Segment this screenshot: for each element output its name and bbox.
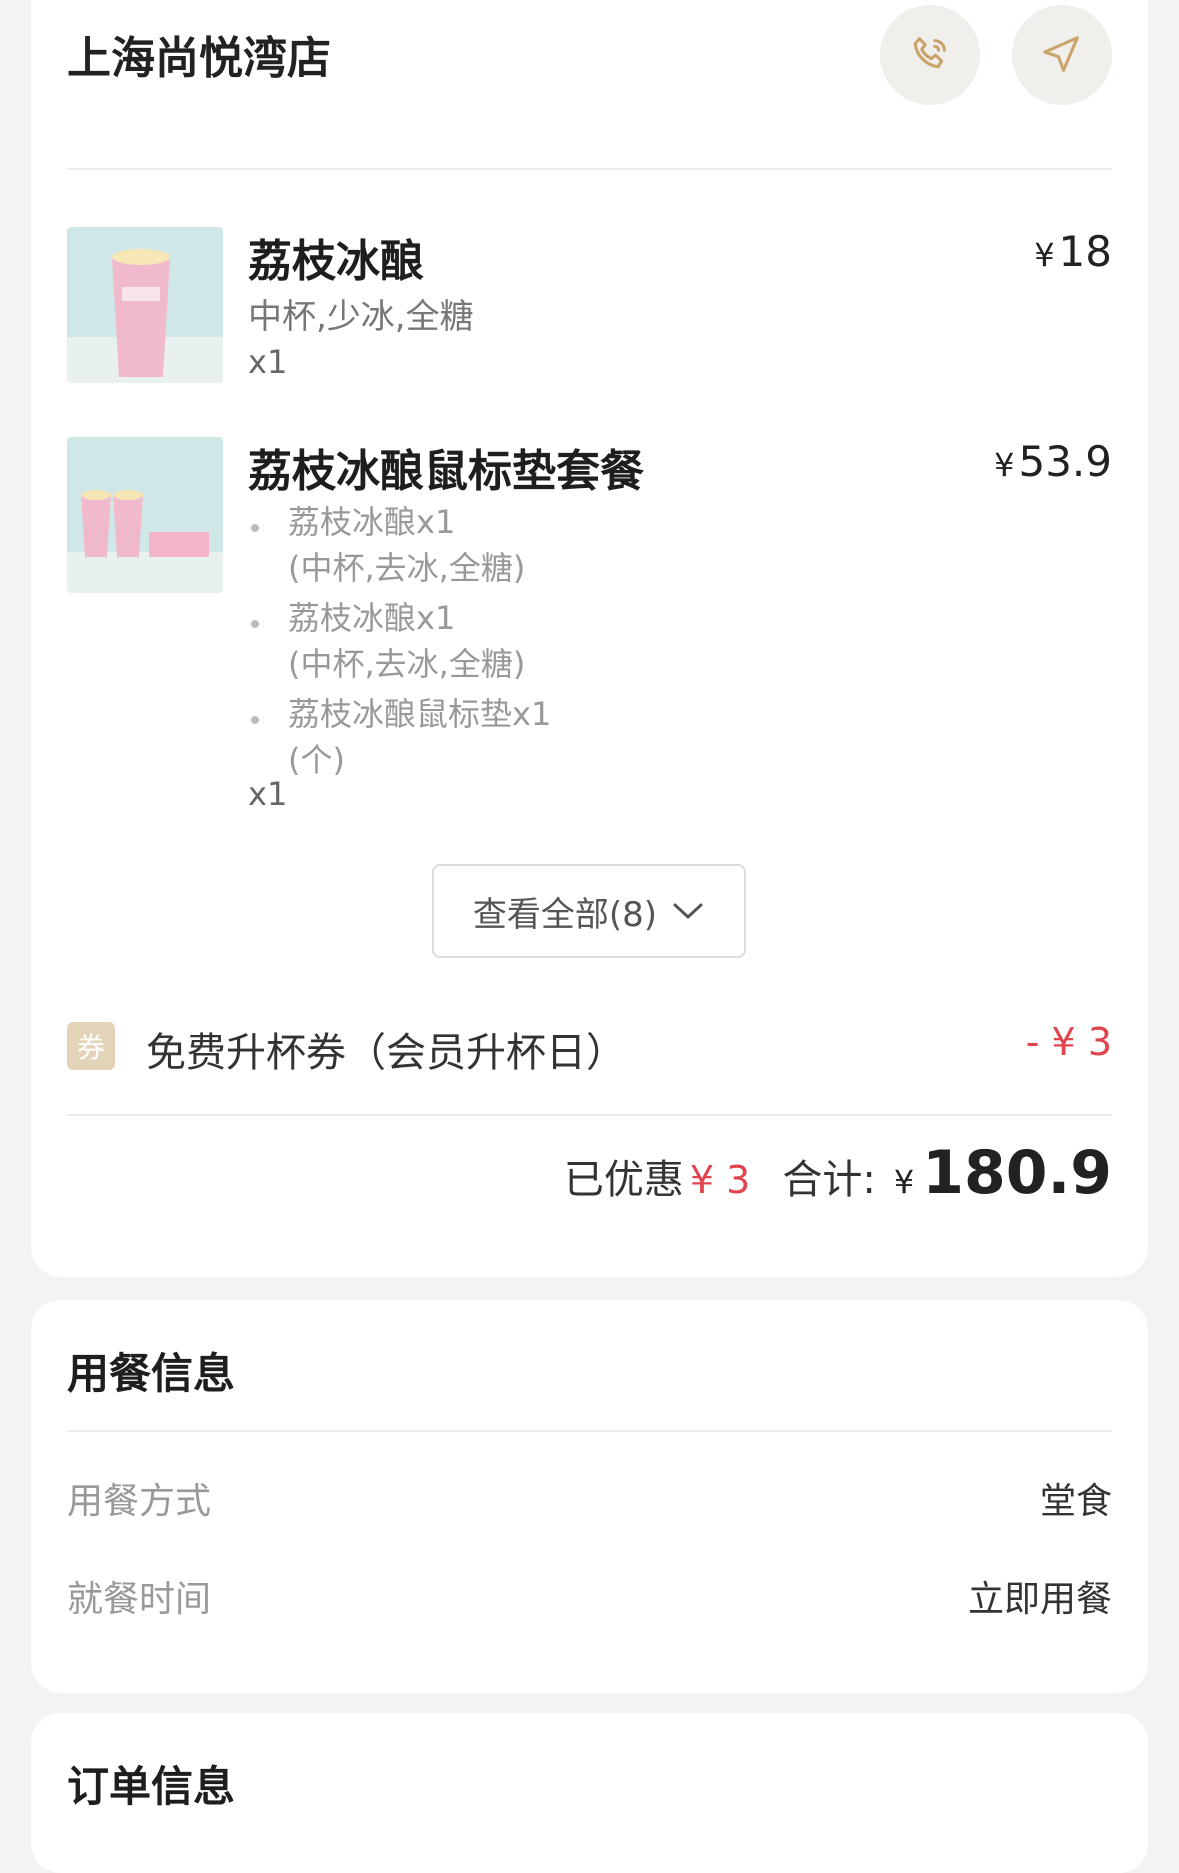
coupon-badge: 券 <box>67 1022 115 1070</box>
call-store-button[interactable] <box>880 5 980 105</box>
bullet <box>251 620 259 628</box>
dining-time-label: 就餐时间 <box>67 1579 212 1620</box>
dining-time-value: 立即用餐 <box>967 1579 1112 1620</box>
divider <box>67 168 1112 170</box>
item-price: ¥18 <box>1034 227 1112 276</box>
navigate-button[interactable] <box>1012 5 1112 105</box>
view-all-button[interactable]: 查看全部(8) <box>432 864 746 958</box>
section-title: 订单信息 <box>67 1762 236 1811</box>
product-image-combo <box>67 437 223 593</box>
order-summary: 已优惠 ¥ 3 合计: ¥ 180.9 <box>564 1138 1112 1208</box>
dining-info-card: 用餐信息 用餐方式 堂食 就餐时间 立即用餐 <box>31 1300 1148 1693</box>
combo-sub-items: 荔枝冰酿x1 (中杯,去冰,全糖) 荔枝冰酿x1 (中杯,去冰,全糖) 荔枝冰酿… <box>248 500 748 788</box>
item-qty: x1 <box>248 775 288 813</box>
store-name: 上海尚悦湾店 <box>67 33 331 84</box>
item-name: 荔枝冰酿 <box>248 236 424 287</box>
coupon-name: 免费升杯券（会员升杯日） <box>146 1030 626 1076</box>
divider <box>67 1430 1112 1432</box>
order-info-card: 订单信息 <box>31 1713 1148 1873</box>
item-name: 荔枝冰酿鼠标垫套餐 <box>248 446 644 497</box>
chevron-down-icon <box>673 903 703 919</box>
total-currency: ¥ <box>893 1163 915 1201</box>
bullet <box>251 716 259 724</box>
bullet <box>251 524 259 532</box>
discount-amount: ¥ 3 <box>689 1158 751 1202</box>
list-item: 荔枝冰酿x1 (中杯,去冰,全糖) <box>248 500 748 596</box>
navigate-icon <box>1043 36 1079 72</box>
dining-method-label: 用餐方式 <box>67 1481 212 1522</box>
section-title: 用餐信息 <box>67 1349 236 1398</box>
discount-label: 已优惠 <box>563 1157 684 1203</box>
coupon-amount: - ¥ 3 <box>1025 1020 1112 1064</box>
list-item: 荔枝冰酿x1 (中杯,去冰,全糖) <box>248 596 748 692</box>
item-spec: 中杯,少冰,全糖 <box>248 297 474 337</box>
product-image-lychee-drink <box>67 227 223 383</box>
item-price: ¥53.9 <box>994 437 1112 486</box>
dining-method-value: 堂食 <box>1039 1481 1112 1522</box>
item-qty: x1 <box>248 343 288 381</box>
phone-icon <box>913 37 946 69</box>
divider <box>67 1114 1112 1116</box>
list-item: 荔枝冰酿鼠标垫x1 (个) <box>248 692 748 788</box>
order-items-card: 上海尚悦湾店 荔枝冰酿 ¥18 中杯,少冰,全糖 x1 荔枝冰酿鼠标垫套餐 ¥5… <box>31 0 1148 1277</box>
total-label: 合计: <box>782 1157 876 1203</box>
total-amount: 180.9 <box>922 1138 1112 1208</box>
